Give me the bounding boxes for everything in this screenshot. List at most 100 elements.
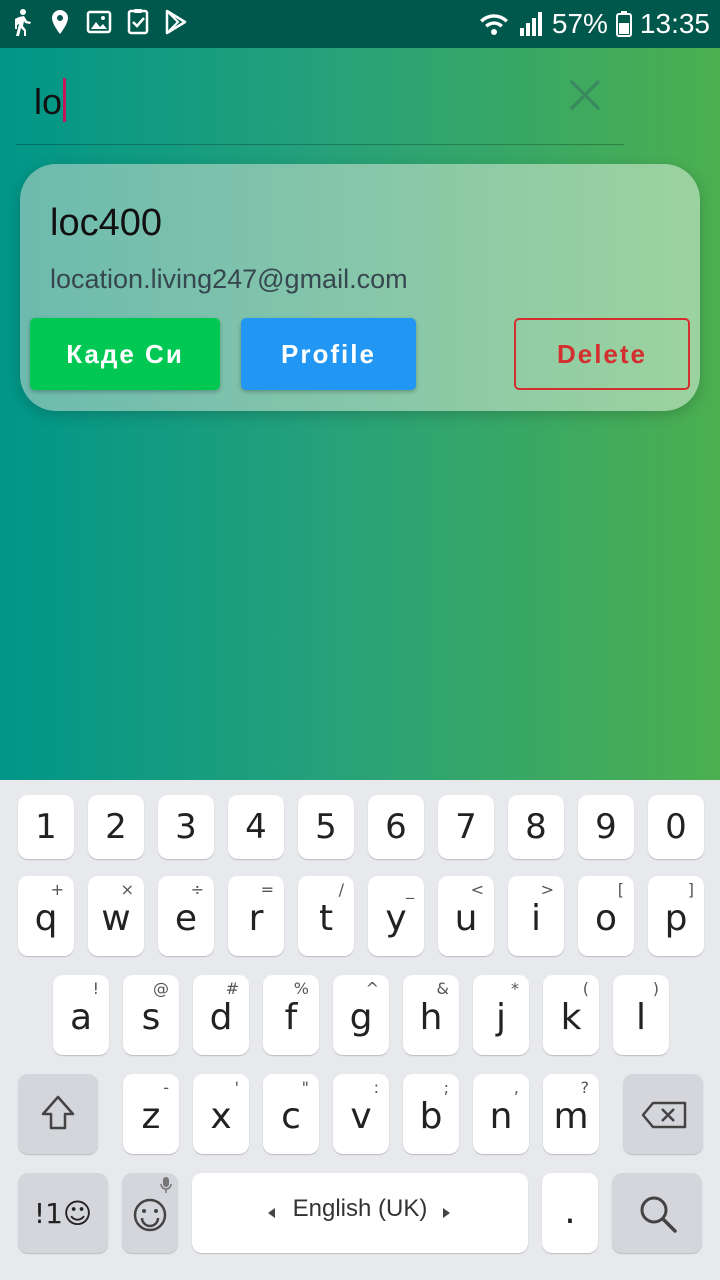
backspace-key[interactable] [623,1074,703,1154]
key-label: u [454,898,478,939]
user-email: location.living247@gmail.com [50,264,408,294]
key-l[interactable]: ) l [613,975,669,1055]
key-u[interactable]: < u [438,876,494,956]
key-z[interactable]: -z [123,1074,179,1154]
key-6[interactable]: 6 [368,795,424,859]
key-2[interactable]: 2 [88,795,144,859]
key-o[interactable]: [o [578,876,634,956]
key-label: a [69,997,93,1038]
key-secondary-symbol: ? [580,1078,590,1097]
key-secondary-symbol: & [436,979,449,998]
key-y[interactable]: _ y [368,876,424,956]
key-8[interactable]: 8 [508,795,564,859]
key-secondary-symbol: [ [617,880,624,899]
key-label: y [385,898,407,939]
key-p[interactable]: ] p [648,876,704,956]
key-label: n [489,1096,513,1137]
key-secondary-symbol: ' [234,1078,239,1097]
key-label: i [530,898,541,939]
key-secondary-symbol: / [338,880,344,899]
key-e[interactable]: ÷ e [158,876,214,956]
key-i[interactable]: > i [508,876,564,956]
key-label: w [101,898,131,939]
key-label: 9 [595,807,617,847]
search-icon [640,1196,677,1233]
key-b[interactable]: ; b [403,1074,459,1154]
key-k[interactable]: (k [543,975,599,1055]
key-3[interactable]: 3 [158,795,214,859]
key-label: g [349,997,373,1038]
shift-key[interactable] [18,1074,98,1154]
key-label: 1 [35,807,57,847]
key-secondary-symbol: % [293,979,309,998]
key-secondary-symbol: ; [443,1078,449,1097]
key-secondary-symbol: ! [92,979,99,998]
key-a[interactable]: ! a [53,975,109,1055]
key-r[interactable]: = r [228,876,284,956]
key-x[interactable]: ' x [193,1074,249,1154]
key-c[interactable]: " c [263,1074,319,1154]
key-label: q [34,898,58,939]
search-bar: lo [16,48,624,145]
key-label: r [248,898,264,939]
key-label: f [284,997,298,1038]
key-label: o [594,898,618,939]
status-bar: 57% 13:35 [0,0,720,48]
key-label: s [141,997,161,1038]
key-label: 4 [245,807,267,847]
battery-icon [615,11,632,37]
key-secondary-symbol: + [50,880,64,899]
delete-button[interactable]: Delete [514,318,690,390]
gallery-icon [86,10,112,34]
key-j[interactable]: * j [473,975,529,1055]
arrow-right-icon [443,1208,450,1218]
key-9[interactable]: 9 [578,795,634,859]
key-label: j [495,997,506,1038]
key-n[interactable]: ,n [473,1074,529,1154]
text-cursor [63,78,67,122]
play-store-icon [165,9,187,35]
key-t[interactable]: / t [298,876,354,956]
key-f[interactable]: % f [263,975,319,1055]
key-secondary-symbol: ÷ [190,880,204,899]
key-secondary-symbol: , [513,1078,519,1097]
key-q[interactable]: + q [18,876,74,956]
key-h[interactable]: & h [403,975,459,1055]
key-secondary-symbol: - [163,1078,169,1097]
key-secondary-symbol: ^ [365,979,379,998]
user-card: loc400 location.living247@gmail.com Каде… [20,164,700,411]
key-7[interactable]: 7 [438,795,494,859]
key-secondary-symbol: " [301,1078,309,1097]
kade-si-button[interactable]: Каде Си [30,318,220,390]
key-secondary-symbol: > [540,880,554,899]
clear-search-icon[interactable] [568,78,602,112]
key-label: l [635,997,646,1038]
period-key[interactable]: . [542,1173,598,1253]
key-1[interactable]: 1 [18,795,74,859]
key-secondary-symbol: # [225,979,239,998]
key-label: b [419,1096,443,1137]
key-0[interactable]: 0 [648,795,704,859]
key-v[interactable]: :v [333,1074,389,1154]
symbols-key-label: !1☺ [33,1197,93,1230]
key-w[interactable]: × w [88,876,144,956]
key-s[interactable]: @ s [123,975,179,1055]
language-label: English (UK) [292,1195,428,1222]
shift-icon [41,1095,75,1130]
key-label: k [560,997,582,1038]
search-input[interactable]: lo [34,78,67,122]
key-secondary-symbol: ) [652,979,659,998]
profile-button[interactable]: Profile [241,318,416,390]
key-d[interactable]: # d [193,975,249,1055]
key-m[interactable]: ? m [543,1074,599,1154]
key-4[interactable]: 4 [228,795,284,859]
key-5[interactable]: 5 [298,795,354,859]
search-input-text: lo [34,81,63,122]
key-label: x [210,1096,232,1137]
space-key[interactable]: English (UK) [192,1173,528,1253]
key-label: 6 [385,807,407,847]
emoji-key[interactable] [122,1173,178,1253]
key-g[interactable]: ^ g [333,975,389,1055]
search-key[interactable] [612,1173,702,1253]
symbols-key[interactable]: !1☺ [18,1173,108,1253]
